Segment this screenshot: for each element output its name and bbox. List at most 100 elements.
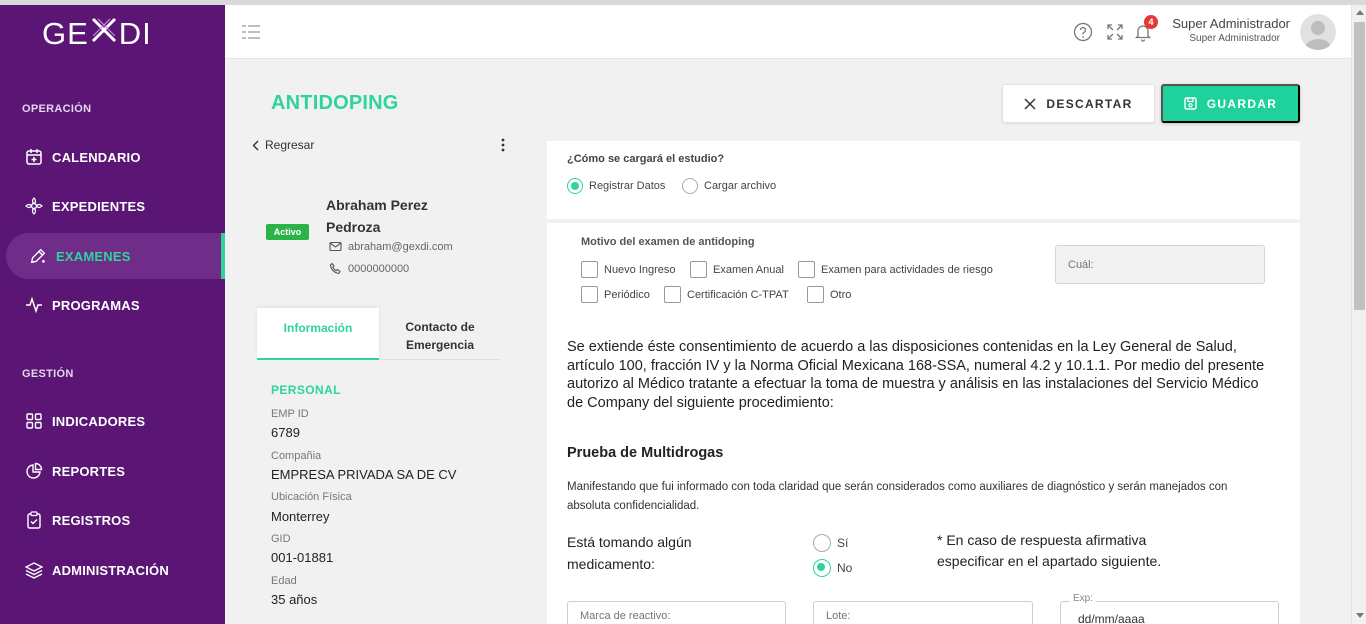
checkbox-label: Nuevo Ingreso: [604, 263, 676, 276]
checkbox-label: Examen Anual: [713, 263, 784, 276]
checkbox[interactable]: [807, 286, 824, 303]
checkbox-examen-anual[interactable]: Examen Anual: [690, 261, 784, 278]
radio-button-checked[interactable]: [813, 559, 831, 577]
profile-tabs: Información Contacto de Emergencia: [257, 308, 501, 360]
scrollbar-thumb[interactable]: [1354, 22, 1365, 310]
radio-button-checked[interactable]: [567, 178, 583, 194]
radio-button[interactable]: [682, 178, 698, 194]
sidebar: GE DI OPERACIÓN CALENDARIO EXPEDIENTES EX…: [0, 5, 225, 624]
sidebar-item-label: PROGRAMAS: [52, 297, 140, 313]
radio-label: Cargar archivo: [704, 180, 777, 192]
tab-contacto-emergencia[interactable]: Contacto de Emergencia: [379, 308, 501, 360]
radio-label: No: [837, 561, 853, 575]
radio-medication-si[interactable]: Sí: [813, 534, 848, 552]
test-title: Prueba de Multidrogas: [567, 445, 724, 461]
checkbox-periodico[interactable]: Periódico: [581, 286, 650, 303]
sidebar-item-registros[interactable]: REGISTROS: [0, 497, 225, 543]
field-value: 001-01881: [271, 550, 334, 565]
fullscreen-icon[interactable]: [1105, 22, 1125, 42]
sidebar-item-indicadores[interactable]: INDICADORES: [0, 398, 225, 444]
patient-phone: 0000000000: [348, 262, 410, 275]
gexdi-logo[interactable]: GE DI: [42, 16, 152, 52]
radio-medication-no[interactable]: No: [813, 559, 852, 577]
sidebar-item-examenes[interactable]: EXAMENES: [6, 233, 225, 279]
sidebar-item-label: REGISTROS: [52, 512, 131, 528]
flower-icon: [25, 197, 43, 215]
checkbox-label: Certificación C-TPAT: [687, 288, 789, 301]
field-label: EMP ID: [271, 408, 309, 420]
manifest-text: Manifestando que fui informado con toda …: [567, 481, 1228, 512]
checkbox[interactable]: [664, 286, 681, 303]
field-label: Edad: [271, 575, 297, 587]
grid-icon: [25, 412, 43, 430]
status-badge: Activo: [266, 224, 309, 240]
sidebar-item-administracion[interactable]: ADMINISTRACIÓN: [0, 547, 225, 593]
checkbox-label: Otro: [830, 288, 852, 301]
checkbox[interactable]: [581, 286, 598, 303]
checkbox-actividades-riesgo[interactable]: Examen para actividades de riesgo: [798, 261, 993, 278]
field-value: 35 años: [271, 592, 318, 607]
scroll-down-arrow-icon[interactable]: [1356, 613, 1364, 618]
reactivo-brand-input[interactable]: [567, 601, 786, 624]
user-name[interactable]: Super Administrador: [1172, 16, 1290, 31]
checkbox[interactable]: [581, 261, 598, 278]
sidebar-item-calendario[interactable]: CALENDARIO: [0, 134, 225, 180]
calendar-icon: [25, 148, 43, 166]
patient-name: Abraham Perez Pedroza: [326, 197, 428, 235]
page-scrollbar[interactable]: [1351, 5, 1366, 624]
checkbox[interactable]: [690, 261, 707, 278]
checkbox-otro[interactable]: Otro: [807, 286, 851, 303]
lote-input[interactable]: [813, 601, 1033, 624]
checkbox-nuevo-ingreso[interactable]: Nuevo Ingreso: [581, 261, 676, 278]
checkbox[interactable]: [798, 261, 815, 278]
radio-label: Sí: [837, 536, 849, 550]
kebab-menu-icon[interactable]: [500, 138, 506, 152]
field-value: EMPRESA PRIVADA SA DE CV: [271, 467, 457, 482]
scroll-up-arrow-icon[interactable]: [1356, 10, 1364, 15]
save-button-label: GUARDAR: [1206, 96, 1278, 111]
radio-button[interactable]: [813, 534, 831, 552]
checkbox-certificacion-ctpat[interactable]: Certificación C-TPAT: [664, 286, 789, 303]
save-button[interactable]: GUARDAR: [1161, 84, 1300, 123]
layers-icon: [25, 561, 43, 579]
medication-note: * En caso de respuesta afirmativa especi…: [937, 532, 1162, 569]
radio-label: Registrar Datos: [589, 180, 666, 192]
notification-count-badge: 4: [1144, 15, 1158, 29]
user-role: Super Administrador: [1189, 33, 1280, 44]
medication-question: Está tomando algún medicamento:: [567, 534, 692, 572]
sidebar-item-expedientes[interactable]: EXPEDIENTES: [0, 183, 225, 229]
radio-cargar-archivo[interactable]: Cargar archivo: [682, 178, 776, 194]
pencil-icon: [29, 247, 47, 265]
radio-registrar-datos[interactable]: Registrar Datos: [567, 178, 665, 194]
back-link[interactable]: Regresar: [252, 138, 314, 152]
back-link-label: Regresar: [265, 138, 315, 152]
discard-button[interactable]: DESCARTAR: [1002, 84, 1155, 123]
page-title: ANTIDOPING: [271, 92, 399, 114]
field-value: 6789: [271, 425, 300, 440]
field-label: Compañia: [271, 450, 322, 462]
field-value: Monterrey: [271, 509, 330, 524]
field-label: GID: [271, 533, 291, 545]
checkbox-label: Examen para actividades de riesgo: [821, 263, 993, 276]
sidebar-item-reportes[interactable]: REPORTES: [0, 448, 225, 494]
patient-email-row: abraham@gexdi.com: [329, 240, 453, 253]
patient-email: abraham@gexdi.com: [348, 240, 453, 253]
close-icon: [1024, 97, 1036, 110]
section-title-gestion: GESTIÓN: [22, 368, 74, 380]
field-label: Ubicación Física: [271, 491, 352, 503]
motivo-label: Motivo del examen de antidoping: [581, 236, 755, 248]
sidebar-item-programas[interactable]: PROGRAMAS: [0, 282, 225, 328]
mail-icon: [329, 240, 342, 253]
tab-informacion[interactable]: Información: [257, 308, 379, 360]
menu-toggle-icon[interactable]: [242, 25, 260, 39]
patient-phone-row: 0000000000: [329, 262, 409, 275]
activity-icon: [25, 296, 43, 314]
cual-input[interactable]: [1055, 245, 1265, 284]
avatar[interactable]: [1300, 14, 1336, 50]
sidebar-item-label: REPORTES: [52, 463, 126, 479]
sidebar-item-label: EXPEDIENTES: [52, 198, 146, 214]
section-personal-title: PERSONAL: [271, 383, 341, 397]
help-icon[interactable]: [1073, 22, 1093, 42]
consent-text: Se extiende éste consentimiento de acuer…: [567, 339, 1265, 411]
sidebar-item-label: INDICADORES: [52, 413, 146, 429]
